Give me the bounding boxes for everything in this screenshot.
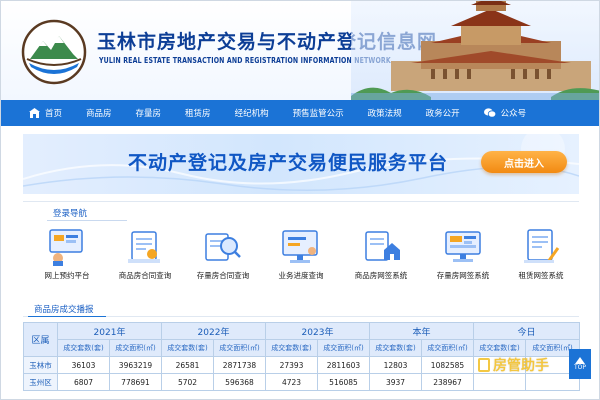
- guide-item-progress-query[interactable]: 业务进度查询: [261, 226, 341, 292]
- login-guide-section: 登录导航 网上预约平台 商品房合同查询 存量房合同查询 业务进度查询 商品房网签…: [23, 201, 579, 291]
- nav-item-government-affairs[interactable]: 政务公开: [426, 100, 460, 126]
- section-title: 商品房成交播报: [34, 305, 94, 315]
- year-header: 2021年: [57, 322, 162, 340]
- nav-item-policies[interactable]: 政策法规: [368, 100, 402, 126]
- table-cell: 36103: [57, 356, 110, 374]
- year-header: 今日: [473, 322, 581, 340]
- table-cell: 2871738: [213, 356, 266, 374]
- nav-label: 商品房: [86, 109, 112, 119]
- guide-label: 商品房网签系统: [354, 271, 408, 280]
- nav-label: 政务公开: [425, 109, 460, 119]
- area-size-header: 成交面积(㎡): [420, 339, 475, 357]
- nav-item-new-housing[interactable]: 商品房: [86, 100, 112, 126]
- area-size-header: 成交面积(㎡): [213, 339, 266, 357]
- nav-label: 租赁房: [185, 109, 211, 119]
- section-divider: [23, 316, 579, 317]
- area-cell: 玉林市: [23, 356, 58, 374]
- table-row: 玉州区 6807 778691 5702 596368 4723 516085 …: [23, 373, 581, 391]
- page-frame: 玉林市房地产交易与不动产登记信息网 YULIN REAL ESTATE TRAN…: [0, 0, 600, 400]
- subheader-row: 成交套数(套) 成交面积(㎡) 成交套数(套) 成交面积(㎡) 成交套数(套) …: [24, 339, 581, 357]
- nav-label: 公众号: [500, 109, 527, 119]
- nav-label: 首页: [45, 109, 63, 119]
- guide-label: 存量房合同查询: [196, 271, 250, 280]
- table-cell: 27393: [265, 356, 318, 374]
- watermark-text: 房管助手: [493, 358, 549, 374]
- units-header: 成交套数(套): [265, 339, 318, 357]
- main-nav: 首页 商品房 存量房 租赁房 经纪机构 预售监管公示 政策法规 政务公开 公众号: [1, 100, 599, 126]
- table-cell: 2811603: [317, 356, 370, 374]
- site-logo: [21, 19, 87, 85]
- year-header-row: 区属 2021年 2022年 2023年 本年 今日: [23, 322, 581, 357]
- nav-item-resale-housing[interactable]: 存量房: [136, 100, 162, 126]
- rental-signing-icon: [524, 229, 560, 263]
- nav-item-presale-supervision[interactable]: 预售监管公示: [293, 100, 344, 126]
- nav-item-home[interactable]: 首页: [29, 100, 62, 126]
- section-divider: [47, 220, 127, 221]
- progress-monitor-icon: [282, 230, 318, 263]
- area-size-header: 成交面积(㎡): [109, 339, 162, 357]
- guide-label: 商品房合同查询: [118, 271, 172, 280]
- guide-item-online-booking[interactable]: 网上预约平台: [27, 226, 107, 292]
- house-contract-icon: [365, 231, 400, 261]
- site-subtitle: YULIN REAL ESTATE TRANSACTION AND REGIST…: [99, 56, 391, 65]
- table-cell: 3963219: [109, 356, 162, 374]
- guide-label: 网上预约平台: [44, 271, 90, 280]
- nav-label: 存量房: [135, 109, 162, 119]
- search-document-icon: [205, 233, 241, 261]
- year-header: 本年: [368, 322, 475, 340]
- units-header: 成交套数(套): [473, 339, 527, 357]
- computer-icon: [445, 231, 481, 262]
- nav-item-official-account[interactable]: 公众号: [483, 100, 527, 126]
- table-cell: 4723: [265, 373, 318, 391]
- nav-label: 政策法规: [367, 109, 402, 119]
- units-header: 成交套数(套): [57, 339, 110, 357]
- year-header: 2022年: [161, 322, 266, 340]
- guide-label: 租赁网签系统: [518, 271, 564, 280]
- table-cell: 12803: [369, 356, 422, 374]
- building-illustration: [351, 1, 599, 100]
- table-cell: 5702: [161, 373, 214, 391]
- booking-icon: [49, 229, 83, 266]
- wechat-icon: [483, 108, 496, 118]
- table-cell: [473, 373, 527, 391]
- guide-items: 网上预约平台 商品房合同查询 存量房合同查询 业务进度查询 商品房网签系统 存量…: [23, 226, 579, 292]
- guide-label: 存量房网签系统: [436, 271, 490, 280]
- site-header: 玉林市房地产交易与不动产登记信息网 YULIN REAL ESTATE TRAN…: [1, 1, 599, 100]
- nav-label: 预售监管公示: [292, 109, 344, 119]
- section-title-underline: [28, 316, 106, 317]
- nav-label: 经纪机构: [234, 109, 269, 119]
- nav-item-agencies[interactable]: 经纪机构: [235, 100, 269, 126]
- table-cell: 596368: [213, 373, 266, 391]
- units-header: 成交套数(套): [161, 339, 214, 357]
- area-cell: 玉州区: [23, 373, 58, 391]
- guide-item-new-contract-query[interactable]: 商品房合同查询: [105, 226, 185, 292]
- guide-item-rental-signing-system[interactable]: 租赁网签系统: [501, 226, 581, 292]
- top-label: TOP: [573, 364, 586, 371]
- section-title: 登录导航: [53, 209, 88, 219]
- year-header: 2023年: [265, 322, 370, 340]
- table-cell: 3937: [369, 373, 422, 391]
- banner-title: 不动产登记及房产交易便民服务平台: [128, 152, 449, 174]
- nav-item-rental-housing[interactable]: 租赁房: [185, 100, 211, 126]
- area-header: 区属: [23, 322, 58, 357]
- enter-button[interactable]: 点击进入: [481, 151, 567, 173]
- home-icon: [29, 108, 40, 118]
- guide-label: 业务进度查询: [278, 271, 324, 280]
- table-cell: 238967: [420, 373, 475, 391]
- units-header: 成交套数(套): [369, 339, 422, 357]
- contract-icon: [128, 231, 160, 263]
- guide-item-resale-signing-system[interactable]: 存量房网签系统: [423, 226, 503, 292]
- table-cell: 516085: [317, 373, 370, 391]
- back-to-top-button[interactable]: TOP: [569, 349, 591, 379]
- guide-item-new-signing-system[interactable]: 商品房网签系统: [341, 226, 421, 292]
- area-size-header: 成交面积(㎡): [317, 339, 370, 357]
- table-cell: 26581: [161, 356, 214, 374]
- table-cell: 1082585: [420, 356, 475, 374]
- table-cell: 778691: [109, 373, 162, 391]
- arrow-up-icon: [575, 357, 585, 364]
- guide-item-resale-contract-query[interactable]: 存量房合同查询: [183, 226, 263, 292]
- table-cell: 6807: [57, 373, 110, 391]
